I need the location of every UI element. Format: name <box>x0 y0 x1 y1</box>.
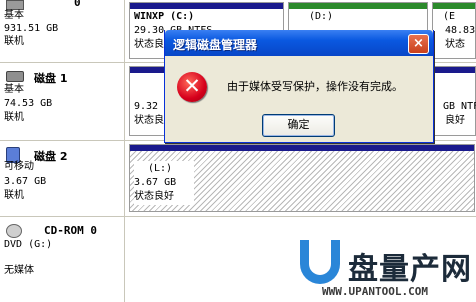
partition-bar <box>130 3 283 9</box>
partition-info: 3.67 GB <box>134 177 177 188</box>
disk-title: CD-ROM 0 <box>44 224 97 237</box>
partition-info: 9.32 <box>134 101 159 112</box>
partition-name: WINXP (C:) <box>134 11 195 22</box>
disk-icon <box>6 71 24 82</box>
partition-disk1-3[interactable]: GB NTF 良好 <box>432 66 476 136</box>
disk-icon <box>6 0 24 10</box>
disk-2-info[interactable]: 磁盘 2 可移动 3.67 GB 联机 <box>0 144 124 216</box>
divider <box>0 216 476 217</box>
disk-size: 931.51 GB <box>4 23 59 34</box>
disk-size: 74.53 GB <box>4 98 53 109</box>
partition-l[interactable]: (L:) 3.67 GB 状态良好 <box>129 144 475 212</box>
error-icon: ✕ <box>177 72 207 102</box>
watermark-url: WWW.UPANTOOL.COM <box>322 285 428 298</box>
partition-info: GB NTF <box>443 101 476 112</box>
dialog-titlebar[interactable]: 逻辑磁盘管理器 × <box>165 30 433 56</box>
partition-info: 48.83 <box>445 25 476 36</box>
partition-state: 状态良 <box>134 115 164 126</box>
disk-type: DVD (G:) <box>4 239 53 250</box>
cdrom-icon <box>6 224 22 238</box>
close-button[interactable]: × <box>408 34 429 54</box>
disk-1-info[interactable]: 磁盘 1 基本 74.53 GB 联机 <box>0 66 124 140</box>
partition-name: (E <box>443 11 456 22</box>
watermark-logo <box>300 240 340 284</box>
disk-status: 联机 <box>4 190 24 201</box>
cdrom-0-info[interactable]: CD-ROM 0 DVD (G:) 无媒体 <box>0 220 124 302</box>
dialog-title: 逻辑磁盘管理器 <box>173 38 258 52</box>
disk-type: 基本 <box>4 84 24 95</box>
partition-name: (D:) <box>309 11 334 22</box>
disk-title: 磁盘 2 <box>34 150 68 163</box>
error-dialog: 逻辑磁盘管理器 × ✕ 由于媒体受写保护，操作没有完成。 确定 <box>164 30 434 143</box>
ok-button[interactable]: 确定 <box>262 114 335 137</box>
partition-state: 良好 <box>445 115 465 126</box>
disk-0-info[interactable]: 0 基本 931.51 GB 联机 <box>0 0 124 62</box>
partition-bar <box>433 3 475 9</box>
dialog-message: 由于媒体受写保护，操作没有完成。 <box>227 80 403 93</box>
partition-state: 状态良好 <box>134 191 174 202</box>
watermark-brand: 盘量产网 <box>348 252 472 287</box>
partition-bar <box>289 3 427 9</box>
partition-state: 状态 <box>445 39 465 50</box>
disk-type: 可移动 <box>4 161 34 172</box>
partition-bar <box>433 67 475 73</box>
disk-title: 0 <box>74 0 81 9</box>
partition-state: 状态良 <box>134 39 164 50</box>
disk-status: 联机 <box>4 112 24 123</box>
disk-title: 磁盘 1 <box>34 72 68 85</box>
partition-e[interactable]: (E 48.83 状态 <box>432 2 476 59</box>
disk-status: 无媒体 <box>4 265 34 276</box>
disk-type: 基本 <box>4 10 24 21</box>
disk-size: 3.67 GB <box>4 176 47 187</box>
partition-name: (L:) <box>148 163 173 174</box>
partition-bar <box>130 145 474 151</box>
disk-status: 联机 <box>4 36 24 47</box>
